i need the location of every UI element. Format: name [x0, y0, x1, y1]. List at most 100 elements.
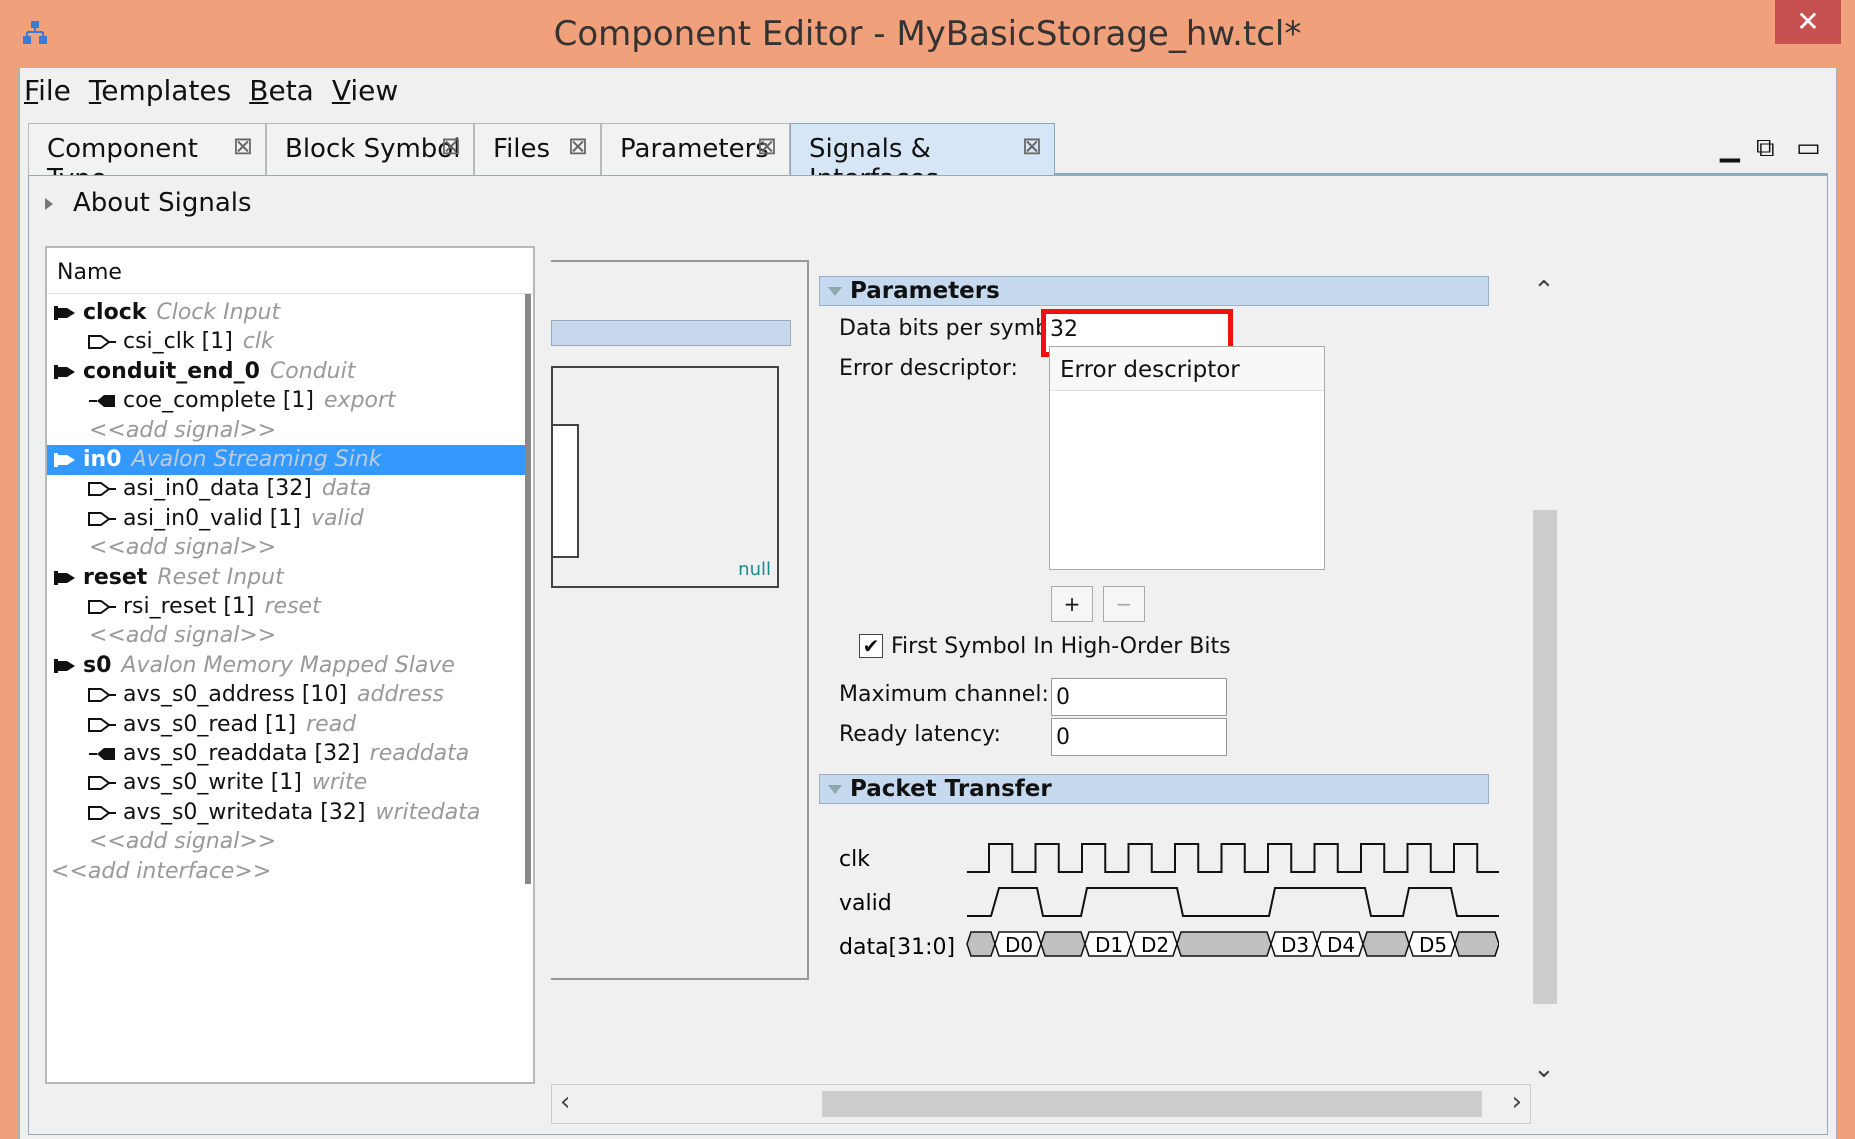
interface-tree[interactable]: Name clock Clock Input csi_clk [1] clk condu… [45, 246, 535, 1084]
tab-close-icon[interactable]: ⊠ [441, 132, 461, 160]
tab-close-icon[interactable]: ⊠ [233, 132, 253, 160]
minimize-icon[interactable]: ▁ [1720, 133, 1740, 163]
add-error-descriptor-button[interactable]: + [1051, 586, 1093, 622]
tab-label: Block Symbol [285, 134, 461, 164]
signals-interfaces-panel: About Signals Name clock Clock Input csi_c… [28, 175, 1828, 1135]
add-interface-label: <<add interface>> [51, 858, 272, 884]
interface-row-in0[interactable]: in0 Avalon Streaming Sink [47, 445, 527, 475]
expand-arrow-icon [45, 197, 53, 210]
tab-component-type[interactable]: Component Type⊠ [28, 123, 266, 194]
menu-item-label: emplates [101, 73, 232, 107]
interface-icon [54, 364, 75, 379]
horizontal-scroll-thumb[interactable] [822, 1091, 1482, 1117]
input-port-icon [88, 688, 116, 703]
collapse-arrow-icon [828, 785, 842, 794]
interface-icon [54, 658, 75, 673]
input-port-icon [88, 600, 116, 614]
add-signal-row[interactable]: <<add signal>> [47, 416, 527, 446]
data-beat-label: D3 [1281, 933, 1309, 957]
signal-name: asi_in0_valid [1] [123, 505, 301, 531]
tab-signals-interfaces[interactable]: Signals & Interfaces⊠ [790, 123, 1055, 194]
scroll-up-icon[interactable]: ⌃ [1533, 276, 1555, 306]
tree-column-header: Name [47, 248, 533, 294]
max-channel-label: Maximum channel: [839, 682, 1049, 707]
valid-waveform [967, 887, 1499, 917]
parameters-section-header[interactable]: Parameters [819, 276, 1489, 306]
interface-row-clock[interactable]: clock Clock Input [47, 298, 527, 328]
first-symbol-label: First Symbol In High-Order Bits [891, 634, 1231, 659]
add-signal-row[interactable]: <<add signal>> [47, 533, 527, 563]
error-descriptor-column-header: Error descriptor [1050, 347, 1324, 391]
error-descriptor-label: Error descriptor: [839, 356, 1018, 381]
add-signal-row[interactable]: <<add signal>> [47, 621, 527, 651]
max-channel-field[interactable]: 0 [1051, 678, 1227, 716]
signal-row[interactable]: avs_s0_read [1] read [47, 710, 527, 740]
signal-row[interactable]: csi_clk [1] clk [47, 327, 527, 357]
scroll-down-icon[interactable]: ⌄ [1533, 1054, 1555, 1084]
tab-parameters[interactable]: Parameters ⊠ [601, 123, 790, 175]
maximize-icon[interactable]: ▭ [1796, 133, 1821, 163]
horizontal-scrollbar[interactable]: ‹ › [551, 1084, 1531, 1124]
menu-item-file[interactable]: File [24, 74, 71, 107]
preview-null-label: null [738, 559, 771, 580]
signal-row[interactable]: rsi_reset [1] reset [47, 592, 527, 622]
tab-close-icon[interactable]: ⊠ [1022, 132, 1042, 160]
interface-type: Conduit [269, 358, 356, 384]
packet-transfer-waveform: clk valid data[31:0] D0 D1 D2 D3 D4 D5 [839, 843, 1499, 960]
preview-block: null [551, 366, 779, 588]
ready-latency-field[interactable]: 0 [1051, 718, 1227, 756]
add-signal-row[interactable]: <<add signal>> [47, 827, 527, 857]
data-beat-label: D4 [1327, 933, 1355, 957]
menu-item-mnemonic: B [249, 73, 269, 107]
tab-files[interactable]: Files ⊠ [474, 123, 601, 175]
close-button[interactable]: ✕ [1775, 0, 1841, 44]
tab-close-icon[interactable]: ⊠ [568, 132, 588, 160]
about-signals-label: About Signals [73, 188, 252, 218]
signal-row[interactable]: coe_complete [1] export [47, 386, 527, 416]
signal-row[interactable]: avs_s0_writedata [32] writedata [47, 798, 527, 828]
menu-item-label: eta [268, 73, 314, 107]
detach-icon[interactable]: ⧉ [1756, 133, 1775, 164]
signal-role: clk [242, 329, 274, 355]
remove-error-descriptor-button[interactable]: − [1103, 586, 1145, 622]
vertical-scrollbar[interactable]: ⌃ ⌄ [1527, 276, 1561, 1084]
menu-item-label: iew [350, 73, 399, 107]
first-symbol-checkbox[interactable]: ✔ [859, 634, 883, 658]
interface-type: Clock Input [156, 300, 281, 325]
signal-row[interactable]: asi_in0_data [32] data [47, 474, 527, 504]
data-beat-label: D0 [1005, 933, 1033, 957]
signal-name: csi_clk [1] [123, 329, 233, 355]
tab-block-symbol[interactable]: Block Symbol ⊠ [266, 123, 474, 175]
interface-row-s0[interactable]: s0 Avalon Memory Mapped Slave [47, 651, 527, 681]
error-descriptor-list[interactable]: Error descriptor [1049, 346, 1325, 570]
signal-row[interactable]: avs_s0_write [1] write [47, 768, 527, 798]
tab-close-icon[interactable]: ⊠ [757, 132, 777, 160]
signal-role: address [357, 682, 444, 708]
scroll-right-icon[interactable]: › [1512, 1087, 1522, 1117]
component-editor-window: File Templates Beta View ▁ ⧉ ▭ Component Ty… [18, 68, 1838, 1139]
signal-row[interactable]: avs_s0_address [10] address [47, 680, 527, 710]
vertical-scroll-thumb[interactable] [1533, 510, 1557, 1004]
interface-icon [54, 306, 75, 320]
signal-row[interactable]: asi_in0_valid [1] valid [47, 504, 527, 534]
menu-item-view[interactable]: View [332, 74, 398, 107]
tab-label: Parameters [620, 134, 769, 164]
interface-name: conduit_end_0 [83, 358, 260, 384]
input-port-icon [88, 717, 116, 732]
signal-name: avs_s0_address [10] [123, 682, 348, 708]
packet-transfer-section-header[interactable]: Packet Transfer [819, 774, 1489, 804]
about-signals-toggle[interactable]: About Signals [45, 188, 252, 218]
wave-label-clk: clk [839, 847, 870, 872]
add-interface-row[interactable]: <<add interface>> [47, 857, 527, 887]
interface-icon [54, 453, 75, 467]
menu-item-beta[interactable]: Beta [249, 74, 314, 107]
preview-port [553, 424, 579, 558]
menu-item-templates[interactable]: Templates [89, 74, 231, 107]
tree-scrollbar[interactable] [525, 294, 531, 884]
interface-type: Reset Input [157, 564, 284, 590]
signal-row[interactable]: avs_s0_readdata [32] readdata [47, 739, 527, 769]
menu-item-mnemonic: F [24, 73, 39, 107]
interface-row-reset[interactable]: reset Reset Input [47, 563, 527, 593]
scroll-left-icon[interactable]: ‹ [560, 1087, 570, 1117]
interface-row-conduit_end_0[interactable]: conduit_end_0 Conduit [47, 357, 527, 387]
